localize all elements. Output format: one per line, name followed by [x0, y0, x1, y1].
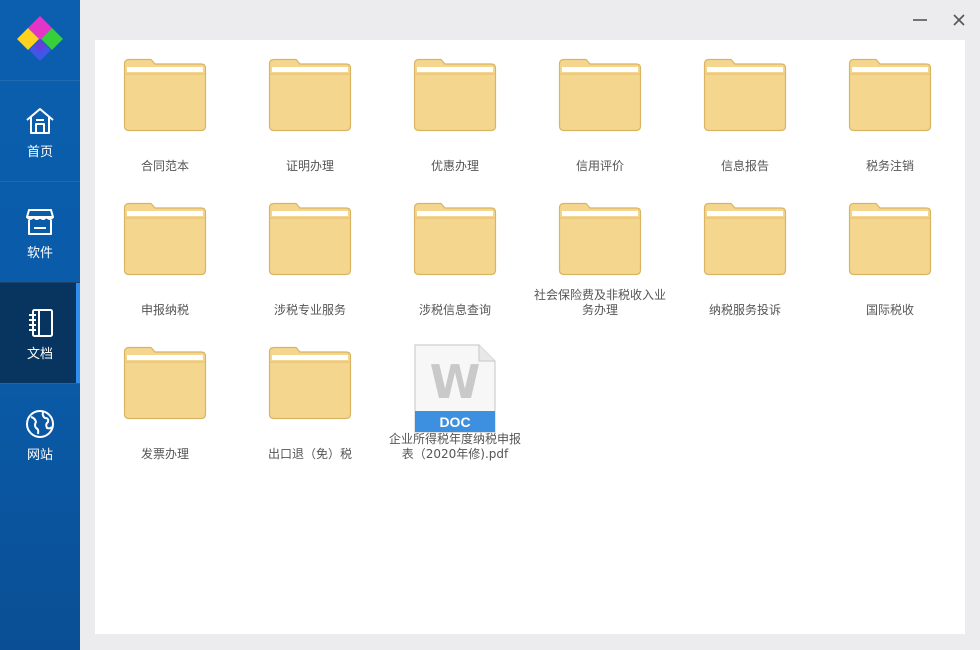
- folder-item[interactable]: 涉税专业服务: [240, 184, 380, 324]
- folder-icon: [848, 202, 932, 276]
- sidebar-item-label: 文档: [26, 347, 53, 362]
- document-item[interactable]: W DOC 企业所得税年度纳税申报表（2020年修).pdf: [385, 328, 525, 468]
- store-icon: [26, 209, 54, 235]
- folder-item[interactable]: 信息报告: [675, 40, 815, 180]
- svg-text:DOC: DOC: [439, 414, 470, 430]
- sidebar-item-websites[interactable]: 网站: [0, 383, 80, 484]
- file-name-label: 国际税收: [865, 303, 914, 317]
- notebook-icon: [29, 309, 53, 337]
- file-name-label: 社会保险费及非税收入业务办理: [534, 288, 667, 317]
- folder-item[interactable]: 国际税收: [820, 184, 960, 324]
- file-name-label: 合同范本: [140, 159, 189, 173]
- folder-icon: [268, 346, 352, 420]
- sidebar-item-home[interactable]: 首页: [0, 80, 80, 181]
- home-icon: [26, 108, 54, 134]
- folder-item[interactable]: 合同范本: [95, 40, 235, 180]
- folder-icon: [123, 58, 207, 132]
- folder-item[interactable]: 纳税服务投诉: [675, 184, 815, 324]
- minimize-icon[interactable]: [910, 10, 930, 30]
- sidebar-item-label: 软件: [26, 246, 53, 261]
- folder-item[interactable]: 信用评价: [530, 40, 670, 180]
- folder-item[interactable]: 发票办理: [95, 328, 235, 468]
- file-name-label: 发票办理: [140, 447, 189, 461]
- folder-item[interactable]: 涉税信息查询: [385, 184, 525, 324]
- sidebar-item-documents[interactable]: 文档: [0, 282, 80, 383]
- file-name-label: 企业所得税年度纳税申报表（2020年修).pdf: [389, 432, 522, 461]
- file-name-label: 信息报告: [720, 159, 769, 173]
- file-browser-panel: 合同范本 证明办理 优惠办理 信用评价 信息报告 税务注销申报纳税 涉税专业服务 涉税信息查询…: [95, 40, 965, 634]
- folder-icon: [703, 58, 787, 132]
- app-logo: [0, 0, 80, 80]
- folder-item[interactable]: 证明办理: [240, 40, 380, 180]
- folder-item[interactable]: 社会保险费及非税收入业务办理: [530, 184, 670, 324]
- globe-icon: [26, 410, 54, 438]
- file-name-label: 出口退（免）税: [267, 447, 352, 461]
- folder-icon: [268, 58, 352, 132]
- folder-item[interactable]: 税务注销: [820, 40, 960, 180]
- folder-icon: [848, 58, 932, 132]
- file-name-label: 信用评价: [575, 159, 624, 173]
- sidebar-item-software[interactable]: 软件: [0, 181, 80, 282]
- file-name-label: 优惠办理: [430, 159, 479, 173]
- file-name-label: 纳税服务投诉: [708, 303, 781, 317]
- svg-text:W: W: [430, 355, 481, 409]
- folder-item[interactable]: 出口退（免）税: [240, 328, 380, 468]
- sidebar: 首页 软件 文档 网站: [0, 0, 80, 650]
- file-name-label: 税务注销: [865, 159, 914, 173]
- folder-icon: [703, 202, 787, 276]
- word-doc-icon: W DOC: [414, 344, 496, 433]
- folder-item[interactable]: 优惠办理: [385, 40, 525, 180]
- folder-icon: [123, 346, 207, 420]
- file-name-label: 涉税专业服务: [273, 303, 346, 317]
- sidebar-item-label: 首页: [26, 145, 53, 160]
- file-name-label: 证明办理: [285, 159, 334, 173]
- folder-icon: [558, 202, 642, 276]
- sidebar-item-label: 网站: [26, 448, 53, 463]
- close-icon[interactable]: [949, 10, 969, 30]
- folder-icon: [123, 202, 207, 276]
- folder-icon: [413, 202, 497, 276]
- file-name-label: 涉税信息查询: [418, 303, 491, 317]
- folder-icon: [413, 58, 497, 132]
- folder-icon: [558, 58, 642, 132]
- folder-icon: [268, 202, 352, 276]
- file-name-label: 申报纳税: [140, 303, 189, 317]
- folder-item[interactable]: 申报纳税: [95, 184, 235, 324]
